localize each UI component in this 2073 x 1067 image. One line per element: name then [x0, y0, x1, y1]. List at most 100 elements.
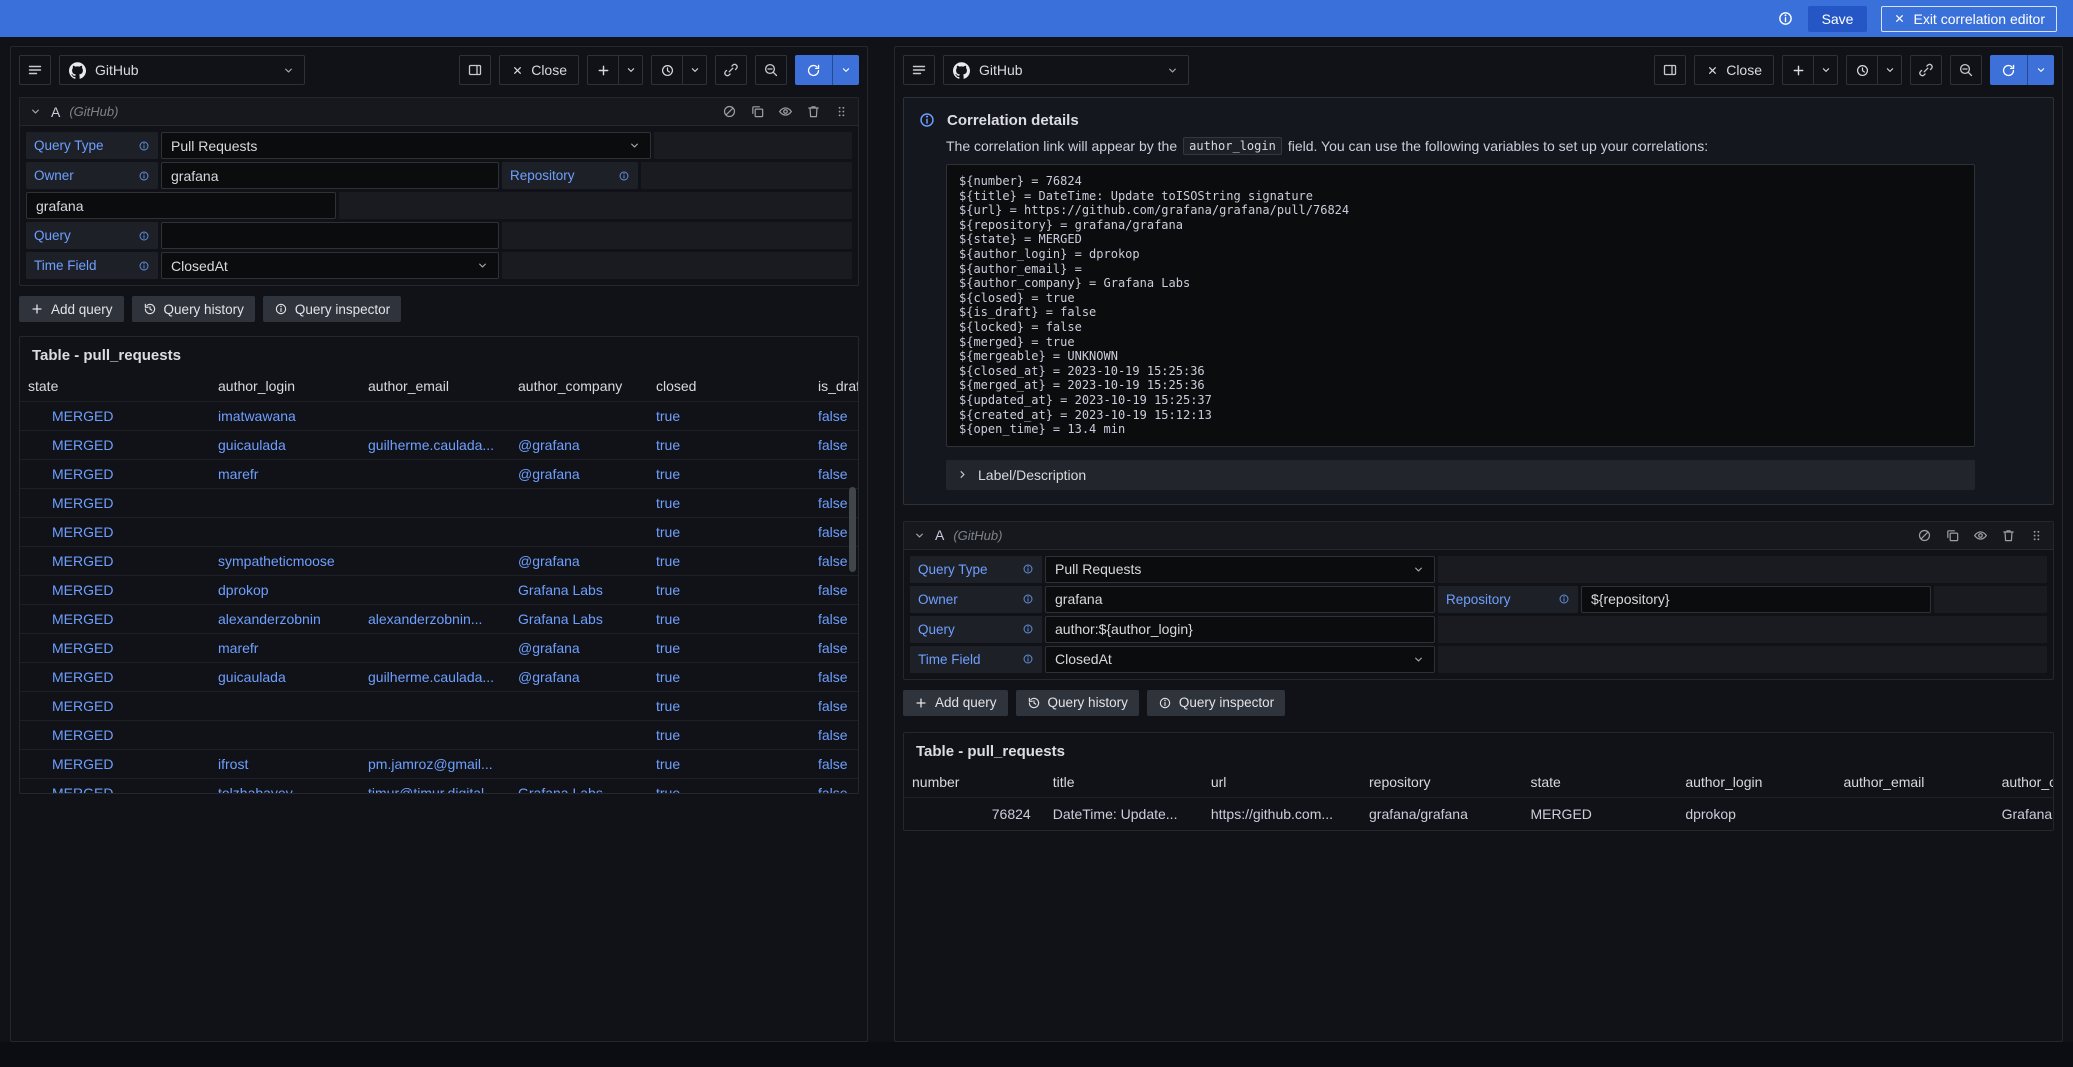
cell-closed[interactable]: true — [648, 460, 810, 489]
cell-author-email[interactable]: guilherme.caulada... — [360, 663, 510, 692]
label-description-section[interactable]: Label/Description — [946, 460, 1975, 490]
close-pane-button[interactable]: Close — [1694, 55, 1774, 85]
time-picker-split-button[interactable] — [1846, 55, 1902, 85]
move-pane-button[interactable] — [1654, 55, 1686, 85]
column-header[interactable]: author_email — [1835, 767, 1993, 798]
zoom-out-time-button[interactable] — [1950, 55, 1982, 85]
cell-is-draft[interactable]: false — [810, 402, 859, 431]
datasource-picker[interactable]: GitHub — [59, 55, 305, 85]
remove-query-icon[interactable] — [806, 104, 821, 119]
cell-state[interactable]: MERGED — [20, 750, 210, 779]
cell-author-company[interactable]: @grafana — [510, 460, 648, 489]
cell-is-draft[interactable]: false — [810, 663, 859, 692]
cell-author-login[interactable]: alexanderzobnin — [210, 605, 360, 634]
cell-closed[interactable]: true — [648, 547, 810, 576]
exit-correlation-editor-button[interactable]: Exit correlation editor — [1881, 6, 2057, 32]
cell-state[interactable]: MERGED — [20, 605, 210, 634]
column-header[interactable]: author_login — [210, 371, 360, 402]
cell-author-email[interactable] — [360, 489, 510, 518]
info-icon[interactable] — [1777, 10, 1794, 27]
cell-is-draft[interactable]: false — [810, 692, 859, 721]
cell-state[interactable]: MERGED — [20, 547, 210, 576]
cell-closed[interactable]: true — [648, 518, 810, 547]
datasource-picker[interactable]: GitHub — [943, 55, 1189, 85]
cell-state[interactable]: MERGED — [20, 779, 210, 795]
query-type-select[interactable]: Pull Requests — [161, 132, 651, 159]
column-header[interactable]: author_login — [1677, 767, 1835, 798]
run-query-split-button[interactable] — [1990, 55, 2054, 85]
cell-author-login[interactable]: guicaulada — [210, 431, 360, 460]
cell-author-login[interactable] — [210, 489, 360, 518]
cell-author-company[interactable] — [510, 489, 648, 518]
cell-state[interactable]: MERGED — [20, 431, 210, 460]
cell-closed[interactable]: true — [648, 779, 810, 795]
cell-author-email[interactable] — [360, 547, 510, 576]
cell-state[interactable]: MERGED — [20, 460, 210, 489]
disable-query-icon[interactable] — [722, 104, 737, 119]
cell-author-company[interactable]: @grafana — [510, 431, 648, 460]
cell-author-email[interactable] — [360, 721, 510, 750]
owner-input[interactable] — [161, 162, 499, 189]
owner-input[interactable] — [1045, 586, 1435, 613]
repository-input[interactable] — [1581, 586, 1931, 613]
cell-state[interactable]: MERGED — [20, 402, 210, 431]
cell-closed[interactable]: true — [648, 576, 810, 605]
zoom-out-time-button[interactable] — [755, 55, 787, 85]
cell-closed[interactable]: true — [648, 663, 810, 692]
cell-is-draft[interactable]: false — [810, 460, 859, 489]
add-split-button[interactable] — [1782, 55, 1838, 85]
cell-is-draft[interactable]: false — [810, 431, 859, 460]
cell-author-login[interactable]: marefr — [210, 460, 360, 489]
cell-author-login[interactable]: marefr — [210, 634, 360, 663]
query-inspector-button[interactable]: Query inspector — [1147, 690, 1285, 716]
query-type-select[interactable]: Pull Requests — [1045, 556, 1435, 583]
column-header[interactable]: is_draft — [810, 371, 859, 402]
cell-author-email[interactable]: timur@timur.digital — [360, 779, 510, 795]
cell-author-email[interactable] — [360, 576, 510, 605]
cell-author-login[interactable]: ifrost — [210, 750, 360, 779]
cell-is-draft[interactable]: false — [810, 576, 859, 605]
query-input[interactable] — [1045, 616, 1435, 643]
query-inspector-button[interactable]: Query inspector — [263, 296, 401, 322]
cell-author-email[interactable]: alexanderzobnin... — [360, 605, 510, 634]
disable-query-icon[interactable] — [1917, 528, 1932, 543]
cell-author-company[interactable] — [510, 518, 648, 547]
column-header[interactable]: number — [904, 767, 1045, 798]
cell-closed[interactable]: true — [648, 634, 810, 663]
query-input[interactable] — [161, 222, 499, 249]
time-field-select[interactable]: ClosedAt — [1045, 646, 1435, 673]
cell-state[interactable]: MERGED — [20, 663, 210, 692]
cell-author-company[interactable]: Grafana Labs — [510, 576, 648, 605]
column-header[interactable]: title — [1045, 767, 1203, 798]
column-header[interactable]: author_company — [1994, 767, 2054, 798]
repository-input[interactable] — [26, 192, 336, 219]
share-link-button[interactable] — [715, 55, 747, 85]
cell-author-login[interactable] — [210, 518, 360, 547]
cell-closed[interactable]: true — [648, 692, 810, 721]
add-split-button[interactable] — [587, 55, 643, 85]
column-header[interactable]: state — [20, 371, 210, 402]
column-header[interactable]: author_company — [510, 371, 648, 402]
cell-author-login[interactable]: imatwawana — [210, 402, 360, 431]
duplicate-query-icon[interactable] — [1945, 528, 1960, 543]
cell-closed[interactable]: true — [648, 721, 810, 750]
drag-handle-icon[interactable] — [2029, 528, 2044, 543]
cell-state[interactable]: MERGED — [20, 489, 210, 518]
table-scrollbar[interactable] — [849, 487, 856, 572]
share-link-button[interactable] — [1910, 55, 1942, 85]
cell-author-login[interactable] — [210, 721, 360, 750]
add-query-button[interactable]: Add query — [903, 690, 1008, 716]
query-editor-header[interactable]: A (GitHub) — [20, 98, 858, 126]
duplicate-query-icon[interactable] — [750, 104, 765, 119]
cell-author-company[interactable]: Grafana Labs — [510, 605, 648, 634]
add-query-button[interactable]: Add query — [19, 296, 124, 322]
cell-closed[interactable]: true — [648, 605, 810, 634]
cell-is-draft[interactable]: false — [810, 721, 859, 750]
cell-author-email[interactable]: guilherme.caulada... — [360, 431, 510, 460]
column-header[interactable]: repository — [1361, 767, 1522, 798]
query-rows-toggle-button[interactable] — [19, 55, 51, 85]
hide-response-icon[interactable] — [1973, 528, 1988, 543]
cell-is-draft[interactable]: false — [810, 779, 859, 795]
time-field-select[interactable]: ClosedAt — [161, 252, 499, 279]
column-header[interactable]: url — [1203, 767, 1361, 798]
